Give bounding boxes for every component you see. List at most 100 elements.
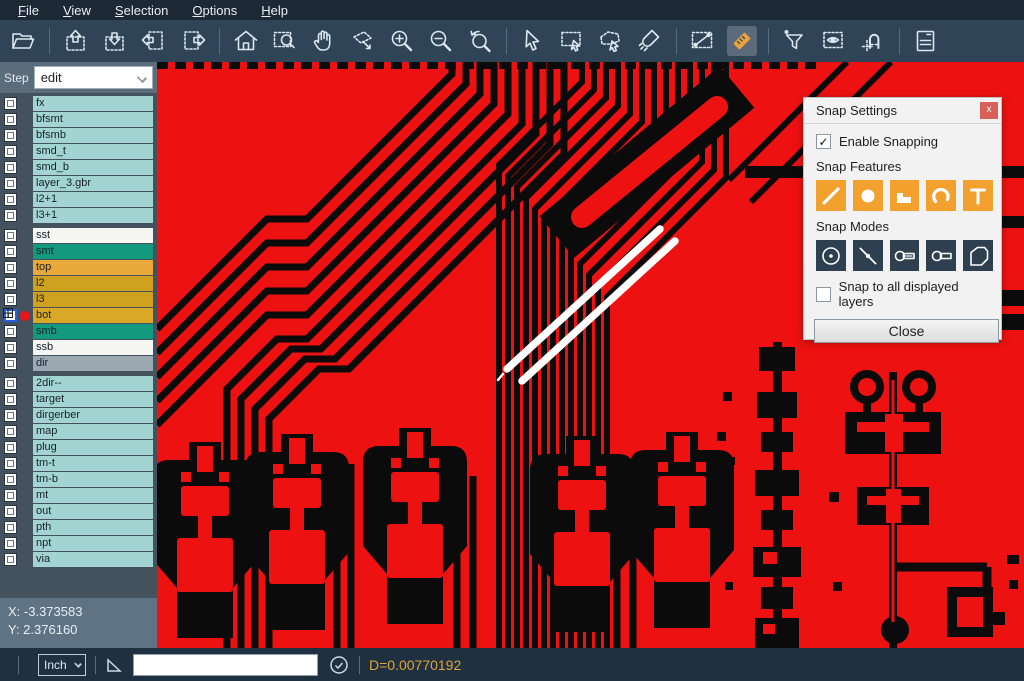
- zoom-previous-button[interactable]: [465, 26, 495, 56]
- layer-checkbox[interactable]: [4, 489, 17, 502]
- enable-snapping-checkbox[interactable]: ✓: [816, 134, 831, 149]
- layer-row-l2plus1[interactable]: l2+1: [0, 192, 157, 207]
- layer-row-mt[interactable]: mt: [0, 488, 157, 503]
- layer-row-dir[interactable]: dir: [0, 356, 157, 371]
- layer-row-l2[interactable]: l2: [0, 276, 157, 291]
- zoom-window-button[interactable]: [270, 26, 300, 56]
- snap-mode-midpoint-button[interactable]: [853, 240, 883, 271]
- zoom-out-button[interactable]: [426, 26, 456, 56]
- menu-help[interactable]: Help: [251, 2, 298, 19]
- layer-checkbox[interactable]: [4, 377, 17, 390]
- layer-row-sst[interactable]: sst: [0, 228, 157, 243]
- measure-line-button[interactable]: [688, 26, 718, 56]
- menu-options[interactable]: Options: [182, 2, 247, 19]
- layer-checkbox[interactable]: [4, 393, 17, 406]
- snap-mode-center-button[interactable]: [816, 240, 846, 271]
- step-dropdown[interactable]: edit: [34, 66, 153, 89]
- pointer-select-button[interactable]: [518, 26, 548, 56]
- snap-magnet-button[interactable]: [858, 26, 888, 56]
- layer-row-plug[interactable]: plug: [0, 440, 157, 455]
- layer-checkbox[interactable]: [4, 145, 17, 158]
- layer-checkbox[interactable]: [4, 113, 17, 126]
- layer-checkbox[interactable]: [4, 325, 17, 338]
- layer-row-out[interactable]: out: [0, 504, 157, 519]
- snap-all-layers-checkbox[interactable]: [816, 287, 831, 302]
- layer-checkbox[interactable]: [4, 209, 17, 222]
- shift-right-button[interactable]: [178, 26, 208, 56]
- layer-checkbox[interactable]: [4, 261, 17, 274]
- layer-checkbox[interactable]: [4, 97, 17, 110]
- layer-row-smd_b[interactable]: smd_b: [0, 160, 157, 175]
- snap-feature-surface-button[interactable]: [890, 180, 920, 211]
- home-view-button[interactable]: [231, 26, 261, 56]
- layer-row-l3plus1[interactable]: l3+1: [0, 208, 157, 223]
- layer-checkbox[interactable]: [4, 293, 17, 306]
- open-file-button[interactable]: [8, 26, 38, 56]
- polygon-select-button[interactable]: [596, 26, 626, 56]
- snap-mode-pad-entry-button[interactable]: [890, 240, 920, 271]
- snap-feature-circle-button[interactable]: [853, 180, 883, 211]
- units-dropdown[interactable]: Inch: [38, 654, 86, 676]
- move-shape-button[interactable]: [348, 26, 378, 56]
- layer-checkbox[interactable]: [4, 177, 17, 190]
- layer-row-top[interactable]: top: [0, 260, 157, 275]
- layer-row-via[interactable]: via: [0, 552, 157, 567]
- show-selection-button[interactable]: [819, 26, 849, 56]
- dialog-titlebar[interactable]: Snap Settings x: [804, 98, 1001, 124]
- layer-checkbox[interactable]: [4, 357, 17, 370]
- layer-checkbox[interactable]: [4, 441, 17, 454]
- layer-row-2dir[interactable]: 2dir--: [0, 376, 157, 391]
- layer-checkbox[interactable]: [4, 521, 17, 534]
- layer-checkbox[interactable]: [4, 425, 17, 438]
- menu-selection[interactable]: Selection: [105, 2, 178, 19]
- layer-checkbox[interactable]: [4, 473, 17, 486]
- rectangle-select-button[interactable]: [557, 26, 587, 56]
- layer-checkbox[interactable]: [4, 245, 17, 258]
- layer-row-tm-b[interactable]: tm-b: [0, 472, 157, 487]
- layer-row-layer_3[interactable]: layer_3.gbr: [0, 176, 157, 191]
- layer-row-smb[interactable]: smb: [0, 324, 157, 339]
- snap-feature-arc-button[interactable]: [926, 180, 956, 211]
- layer-row-target[interactable]: target: [0, 392, 157, 407]
- layer-row-smd_t[interactable]: smd_t: [0, 144, 157, 159]
- layer-row-npt[interactable]: npt: [0, 536, 157, 551]
- layer-checkbox[interactable]: [4, 341, 17, 354]
- layer-row-tm-t[interactable]: tm-t: [0, 456, 157, 471]
- layer-row-pth[interactable]: pth: [0, 520, 157, 535]
- layer-checkbox[interactable]: [4, 505, 17, 518]
- ruler-button[interactable]: [727, 26, 757, 56]
- layer-checkbox[interactable]: [4, 193, 17, 206]
- properties-panel-button[interactable]: [911, 26, 941, 56]
- command-input[interactable]: [133, 654, 318, 676]
- pan-hand-button[interactable]: [309, 26, 339, 56]
- snap-mode-corner-button[interactable]: [963, 240, 993, 271]
- snap-feature-text-button[interactable]: [963, 180, 993, 211]
- layer-checkbox[interactable]: [4, 229, 17, 242]
- layer-row-map[interactable]: map: [0, 424, 157, 439]
- layer-row-fx[interactable]: fx: [0, 96, 157, 111]
- zoom-in-button[interactable]: [387, 26, 417, 56]
- layer-row-ssb[interactable]: ssb: [0, 340, 157, 355]
- menu-file[interactable]: File: [8, 2, 49, 19]
- layer-checkbox[interactable]: [4, 129, 17, 142]
- layer-row-bot[interactable]: bot: [0, 308, 157, 323]
- paint-brush-button[interactable]: [635, 26, 665, 56]
- refresh-check-icon[interactable]: [328, 654, 350, 676]
- close-button[interactable]: Close: [814, 319, 999, 343]
- filter-button[interactable]: [780, 26, 810, 56]
- menu-view[interactable]: View: [53, 2, 101, 19]
- grid-icon[interactable]: [0, 308, 13, 323]
- layer-row-dirgerber[interactable]: dirgerber: [0, 408, 157, 423]
- layer-checkbox[interactable]: [4, 457, 17, 470]
- dialog-close-icon[interactable]: x: [980, 102, 998, 119]
- layer-checkbox[interactable]: [4, 553, 17, 566]
- layer-checkbox[interactable]: [4, 277, 17, 290]
- layer-row-bfsmb[interactable]: bfsmb: [0, 128, 157, 143]
- layer-row-l3[interactable]: l3: [0, 292, 157, 307]
- snap-mode-pad-body-button[interactable]: [926, 240, 956, 271]
- layer-row-smt[interactable]: smt: [0, 244, 157, 259]
- snap-feature-line-button[interactable]: [816, 180, 846, 211]
- layer-checkbox[interactable]: [4, 161, 17, 174]
- layer-checkbox[interactable]: [4, 537, 17, 550]
- layer-row-bfsmt[interactable]: bfsmt: [0, 112, 157, 127]
